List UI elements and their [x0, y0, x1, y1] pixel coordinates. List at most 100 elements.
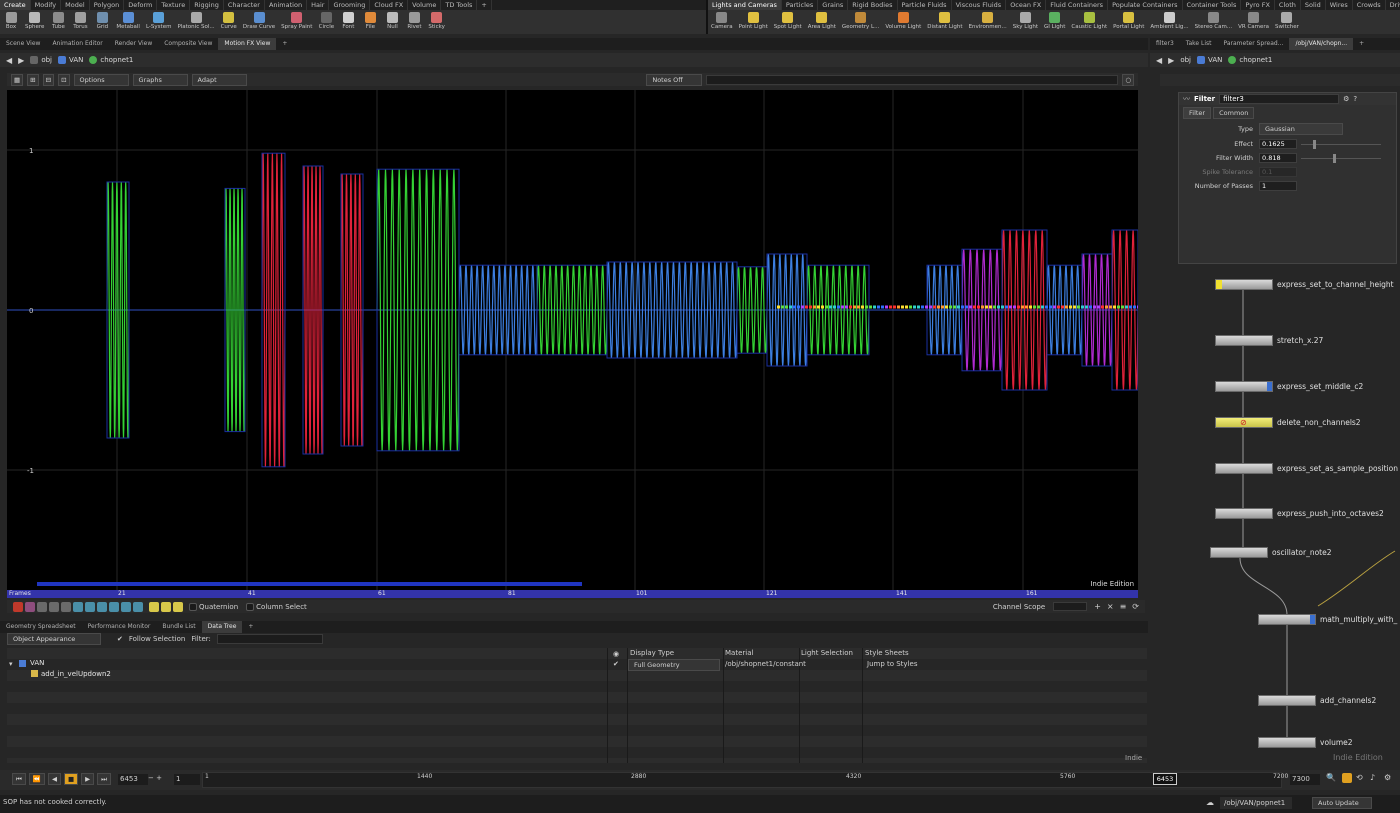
tree-row-van[interactable]: VAN — [30, 659, 44, 667]
settings-icon[interactable]: ⚙ — [1384, 773, 1391, 782]
shelf-tool[interactable]: Tube — [47, 10, 69, 34]
step-back-icon[interactable]: ⏪ — [28, 773, 45, 785]
shelf-tool[interactable]: Environmen... — [966, 10, 1010, 34]
path-van[interactable]: VAN — [57, 56, 83, 64]
tab[interactable]: Solid — [1301, 0, 1326, 10]
node[interactable]: math_multiply_with_ — [1258, 614, 1397, 625]
shelf-tool[interactable]: Camera — [708, 10, 736, 34]
shelf-tool[interactable]: Box — [0, 10, 22, 34]
shelf-tool[interactable]: Font — [337, 10, 359, 34]
help-icon[interactable]: ? — [1353, 95, 1357, 103]
tab[interactable]: Pyro FX — [1241, 0, 1275, 10]
tab[interactable]: Particles — [782, 0, 819, 10]
shelf-tool[interactable]: Geometry L... — [839, 10, 882, 34]
key-icon[interactable]: 🔍 — [1326, 773, 1336, 782]
column-select-checkbox[interactable] — [246, 602, 255, 611]
shelf-tool[interactable]: Ambient Lig... — [1147, 10, 1191, 34]
follow-check-icon[interactable]: ✔ — [117, 635, 123, 643]
back-icon[interactable]: ◀ — [1156, 56, 1162, 65]
chop-tool-icon[interactable] — [61, 601, 71, 612]
tab[interactable]: Hair — [307, 0, 330, 10]
chop-tool-icon[interactable] — [37, 601, 47, 612]
tab[interactable]: Parameter Spread... — [1217, 38, 1289, 50]
effect-slider-handle[interactable] — [1313, 139, 1316, 149]
filter-width-slider[interactable] — [1301, 153, 1381, 163]
tab-common[interactable]: Common — [1213, 106, 1255, 119]
object-appearance-menu[interactable]: Object Appearance — [7, 633, 101, 645]
list-icon[interactable]: ≡ — [1120, 602, 1127, 611]
tab[interactable]: Animation Editor — [46, 38, 108, 50]
shelf-tool[interactable]: Spray Paint — [278, 10, 315, 34]
tab[interactable]: filter3 — [1150, 38, 1180, 50]
options-menu[interactable]: Options — [73, 73, 129, 86]
chop-tool-icon[interactable] — [13, 601, 23, 612]
tab[interactable]: Texture — [157, 0, 191, 10]
audio-icon[interactable]: ♪ — [1370, 773, 1375, 782]
node-body[interactable] — [1215, 463, 1273, 474]
tab[interactable]: Render View — [109, 38, 159, 50]
tab[interactable]: Grains — [818, 0, 849, 10]
tab[interactable]: Particle Fluids — [898, 0, 952, 10]
tab[interactable]: Wires — [1326, 0, 1353, 10]
chop-tool-icon[interactable] — [121, 601, 131, 612]
graph-tool-icon[interactable]: ⊞ — [27, 73, 39, 86]
tab[interactable]: Polygon — [90, 0, 125, 10]
shelf-tool[interactable]: Rivet — [403, 10, 425, 34]
display-type-menu[interactable]: Full Geometry — [628, 659, 720, 671]
tab[interactable]: Volume — [408, 0, 442, 10]
adapt-menu[interactable]: Adapt — [191, 73, 247, 86]
graph-tool-icon[interactable]: ⊟ — [42, 73, 55, 86]
tab[interactable]: Crowds — [1353, 0, 1386, 10]
tab[interactable]: Take List — [1180, 38, 1218, 50]
channel-scope-field[interactable] — [1053, 602, 1088, 611]
chop-tool-icon[interactable] — [73, 601, 83, 612]
tab[interactable]: Rigging — [190, 0, 224, 10]
tab[interactable]: Populate Containers — [1108, 0, 1183, 10]
graphs-menu[interactable]: Graphs — [132, 73, 188, 86]
tab[interactable]: Character — [224, 0, 265, 10]
forward-icon[interactable]: ▶ — [1168, 56, 1174, 65]
node[interactable]: oscillator_note2 — [1210, 547, 1332, 558]
remove-scope-icon[interactable]: × — [1107, 602, 1114, 611]
play-reverse-icon[interactable]: ◀ — [47, 773, 61, 785]
frame-field[interactable]: 6453 — [118, 774, 148, 785]
tab[interactable]: Container Tools — [1183, 0, 1242, 10]
add-scope-icon[interactable]: + — [1094, 602, 1101, 611]
graph-tool-icon[interactable]: ▦ — [11, 73, 24, 86]
realtime-icon[interactable] — [1342, 773, 1352, 783]
network-editor[interactable]: express_set_to_channel_height stretch_x.… — [1150, 266, 1400, 766]
path-chopnet[interactable]: chopnet1 — [1228, 56, 1272, 64]
tab[interactable]: Create — [0, 0, 31, 10]
shelf-tool[interactable]: Volume Light — [882, 10, 924, 34]
shelf-tool[interactable]: Portal Light — [1110, 10, 1147, 34]
forward-icon[interactable]: ▶ — [18, 56, 24, 65]
node[interactable]: express_set_as_sample_position — [1215, 463, 1398, 474]
material-value[interactable]: /obj/shopnet1/constant — [725, 660, 806, 668]
shelf-tool[interactable]: Metaball — [113, 10, 143, 34]
spike-tolerance-field[interactable]: 0.1 — [1259, 167, 1297, 177]
tab[interactable]: Deform — [124, 0, 158, 10]
timeline-ruler[interactable]: 1 1440 2880 4320 5760 7200 6453 — [202, 772, 1288, 788]
shelf-tool[interactable]: Point Light — [736, 10, 771, 34]
node[interactable]: express_set_to_channel_height — [1215, 279, 1394, 290]
shelf-tool[interactable]: Torus — [69, 10, 91, 34]
node-body[interactable] — [1215, 335, 1273, 346]
tab[interactable]: TD Tools — [441, 0, 478, 10]
tab[interactable]: Viscous Fluids — [952, 0, 1007, 10]
path-obj[interactable]: obj — [30, 56, 52, 64]
chop-tool-icon[interactable] — [85, 601, 95, 612]
node-body[interactable] — [1215, 279, 1273, 290]
chop-tool-icon[interactable] — [149, 601, 159, 612]
shelf-tool[interactable]: Curve — [218, 10, 240, 34]
step-buttons[interactable]: − + — [148, 774, 162, 782]
filter-input[interactable] — [216, 634, 323, 644]
tab[interactable]: Geometry Spreadsheet — [0, 621, 82, 633]
path-van[interactable]: VAN — [1196, 56, 1222, 64]
tab[interactable]: Ocean FX — [1006, 0, 1047, 10]
chop-tool-icon[interactable] — [109, 601, 119, 612]
tab[interactable]: Grooming — [329, 0, 371, 10]
node[interactable]: ⊘ delete_non_channels2 — [1215, 417, 1361, 428]
shelf-tool[interactable]: Stereo Cam... — [1192, 10, 1235, 34]
visible-check-icon[interactable]: ✔ — [613, 660, 619, 668]
tab-filter[interactable]: Filter — [1183, 106, 1212, 119]
